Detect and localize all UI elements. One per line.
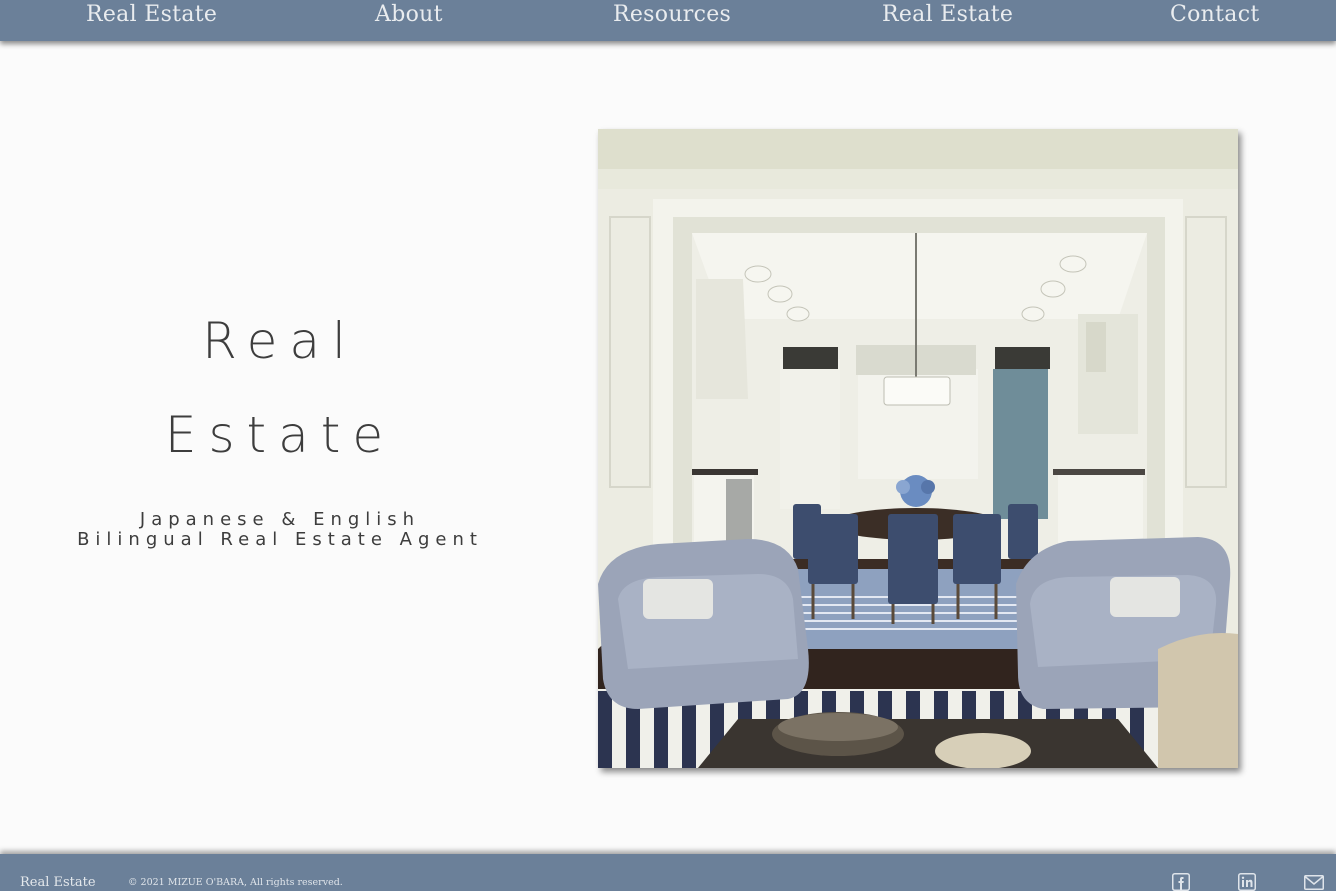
nav-real-estate-link[interactable]: Real Estate [86, 1, 217, 31]
footer-brand-link[interactable]: Real Estate [20, 875, 96, 890]
hero-subtitle-line1: Japanese & English [139, 509, 421, 530]
hero-title-line1: Real [202, 312, 358, 370]
hero-subtitle-line2: Bilingual Real Estate Agent [77, 529, 483, 550]
nav-contact-link[interactable]: Contact [1170, 1, 1259, 31]
nav-real-estate-link-2[interactable]: Real Estate [882, 1, 1013, 31]
footer: Real Estate © 2021 MIZUE O'BARA, All rig… [0, 854, 1336, 891]
top-navigation: Real Estate About Resources Real Estate … [0, 0, 1336, 41]
facebook-icon[interactable] [1172, 873, 1190, 891]
hero-title-line2: Estate [164, 406, 396, 464]
nav-about-link[interactable]: About [375, 1, 443, 31]
mail-icon[interactable] [1304, 873, 1324, 891]
interior-dining-room-photo [598, 129, 1238, 768]
linkedin-icon[interactable] [1238, 873, 1256, 891]
nav-resources-link[interactable]: Resources [613, 1, 731, 31]
footer-copyright: © 2021 MIZUE O'BARA, All rights reserved… [128, 877, 343, 888]
